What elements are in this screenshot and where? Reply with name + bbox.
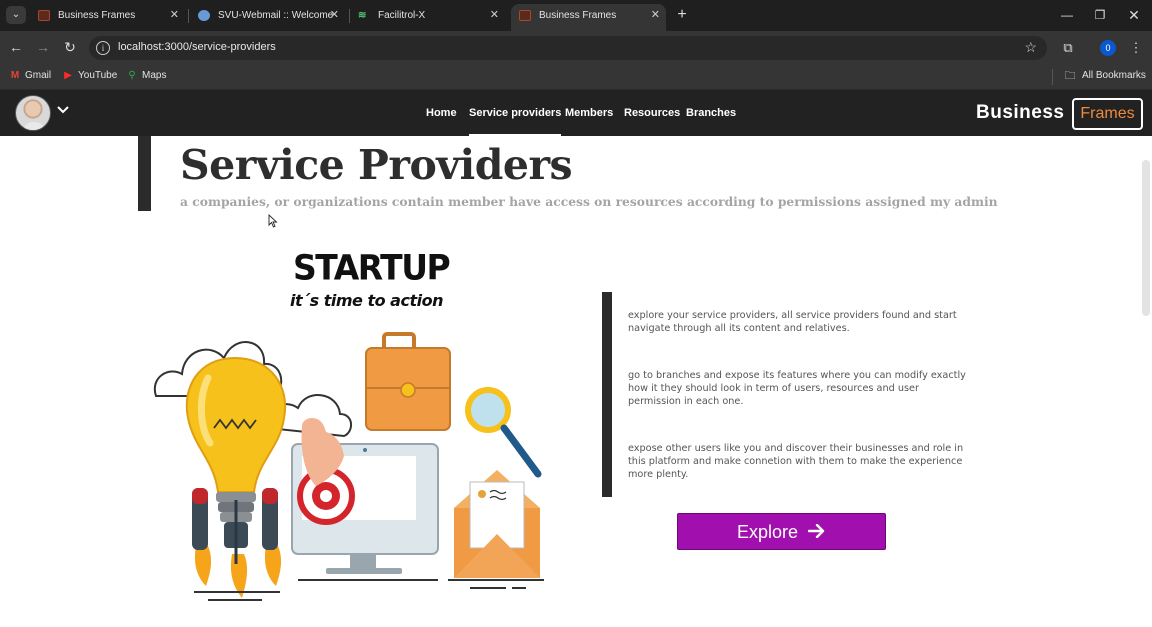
- forward-arrow-icon[interactable]: →: [34, 38, 52, 56]
- arrow-right-icon: [807, 514, 826, 550]
- browser-menu-icon[interactable]: ⋮: [1127, 39, 1145, 57]
- user-avatar[interactable]: [15, 95, 51, 131]
- extensions-puzzle-icon[interactable]: ⧉: [1059, 39, 1077, 57]
- tab-close-icon[interactable]: ✕: [170, 4, 179, 27]
- profile-avatar[interactable]: 0: [1100, 40, 1116, 56]
- tab-title: Business Frames: [58, 10, 136, 21]
- nav-link-resources[interactable]: Resources: [624, 107, 680, 120]
- nav-link-members[interactable]: Members: [565, 107, 613, 120]
- browser-tab-active[interactable]: Business Frames ✕: [511, 4, 666, 31]
- tab-close-icon[interactable]: ✕: [330, 4, 339, 27]
- folder-icon: 🗀: [1064, 70, 1076, 82]
- address-bar-url: localhost:3000/service-providers: [118, 41, 276, 53]
- browser-tab[interactable]: ≋ Facilitrol-X ✕: [350, 4, 505, 31]
- browser-tab[interactable]: Business Frames ✕: [30, 4, 185, 31]
- all-bookmarks[interactable]: 🗀 All Bookmarks: [1064, 70, 1146, 82]
- bookmark-star-icon[interactable]: ☆: [1024, 39, 1037, 56]
- tab-search-chevron-icon[interactable]: ⌄: [6, 6, 26, 24]
- explore-button[interactable]: Explore: [677, 513, 886, 550]
- restore-icon[interactable]: ❐: [1090, 5, 1110, 25]
- bookmark-youtube[interactable]: ▶ YouTube: [62, 70, 117, 82]
- illustration-tagline: it´s time to action: [290, 291, 443, 310]
- bookmarks-separator: [1052, 69, 1053, 85]
- tab-separator: [188, 9, 189, 23]
- bookmark-maps[interactable]: ⚲ Maps: [126, 70, 166, 82]
- facilitrol-favicon: ≋: [358, 10, 367, 21]
- window-close-icon[interactable]: ✕: [1124, 5, 1144, 25]
- back-arrow-icon[interactable]: ←: [7, 38, 25, 56]
- bookmark-label: YouTube: [78, 70, 118, 81]
- illustration-headline: STARTUP: [293, 247, 451, 288]
- new-tab-button[interactable]: +: [673, 5, 691, 25]
- title-accent-bar: [138, 136, 151, 211]
- tab-title: Business Frames: [539, 10, 617, 21]
- nav-link-home[interactable]: Home: [426, 107, 457, 120]
- tab-close-icon[interactable]: ✕: [490, 4, 499, 27]
- tab-title: Facilitrol-X: [378, 10, 426, 21]
- brand-frames-box: Frames: [1072, 98, 1143, 130]
- tab-close-icon[interactable]: ✕: [651, 4, 660, 27]
- all-bookmarks-label: All Bookmarks: [1082, 70, 1146, 81]
- mouse-cursor-icon: [268, 214, 278, 228]
- description-paragraph: go to branches and expose its features w…: [628, 370, 966, 408]
- explore-button-label: Explore: [736, 522, 799, 542]
- nav-link-service-providers[interactable]: Service providers: [469, 107, 562, 136]
- gmail-icon: M: [10, 70, 20, 81]
- description-paragraph: expose other users like you and discover…: [628, 443, 964, 481]
- business-frames-favicon: [38, 10, 50, 21]
- chevron-down-icon[interactable]: [56, 103, 70, 117]
- business-frames-favicon: [519, 10, 531, 21]
- bookmarks-bar: M Gmail ▶ YouTube ⚲ Maps 🗀 All Bookmarks: [0, 64, 1152, 90]
- youtube-icon: ▶: [64, 70, 72, 81]
- page-subtitle: a companies, or organizations contain me…: [180, 194, 998, 209]
- maps-icon: ⚲: [128, 70, 136, 81]
- browser-tab-strip: ⌄ Business Frames ✕ SVU-Webmail :: Welco…: [0, 0, 1152, 31]
- brand-name: Business: [976, 102, 1065, 123]
- bookmark-label: Maps: [142, 70, 167, 81]
- tab-title: SVU-Webmail :: Welcome: [218, 10, 334, 21]
- minimize-icon[interactable]: —: [1057, 5, 1077, 25]
- site-info-icon[interactable]: i: [96, 41, 110, 55]
- bookmark-gmail[interactable]: M Gmail: [9, 70, 51, 82]
- description-paragraph: explore your service providers, all serv…: [628, 310, 957, 335]
- browser-tab[interactable]: SVU-Webmail :: Welcome ✕: [190, 4, 345, 31]
- page-scrollbar[interactable]: [1142, 160, 1150, 316]
- description-accent-bar: [602, 292, 612, 497]
- address-bar[interactable]: i localhost:3000/service-providers ☆: [89, 36, 1047, 60]
- nav-link-branches[interactable]: Branches: [686, 107, 736, 120]
- page-title: Service Providers: [180, 141, 573, 189]
- globe-favicon: [198, 10, 210, 21]
- bookmark-label: Gmail: [25, 70, 52, 81]
- reload-icon[interactable]: ↻: [61, 38, 79, 56]
